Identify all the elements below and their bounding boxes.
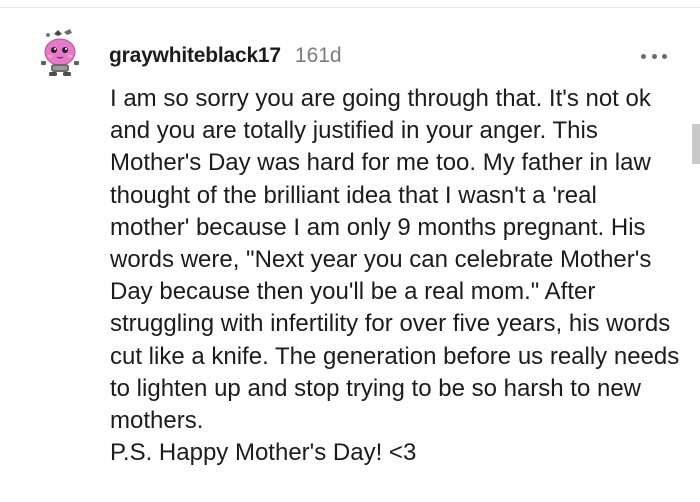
comment-paragraph: P.S. Happy Mother's Day! <3: [110, 439, 417, 467]
username-link[interactable]: graywhiteblack17: [109, 44, 281, 68]
comment-body: I am so sorry you are going through that…: [110, 83, 682, 469]
scrollbar-thumb[interactable]: [692, 124, 700, 164]
more-options-icon: [651, 53, 657, 59]
more-options-icon: [641, 53, 646, 59]
comment-header: graywhiteblack17 161d: [109, 42, 342, 70]
user-avatar[interactable]: [34, 26, 88, 80]
more-options-button[interactable]: [641, 51, 667, 61]
more-options-icon: [662, 53, 667, 59]
snoo-avatar-icon: [41, 29, 79, 76]
comment-age: 161d: [294, 44, 342, 67]
top-divider: [0, 7, 700, 8]
comment-paragraph: I am so sorry you are going through that…: [110, 85, 680, 435]
